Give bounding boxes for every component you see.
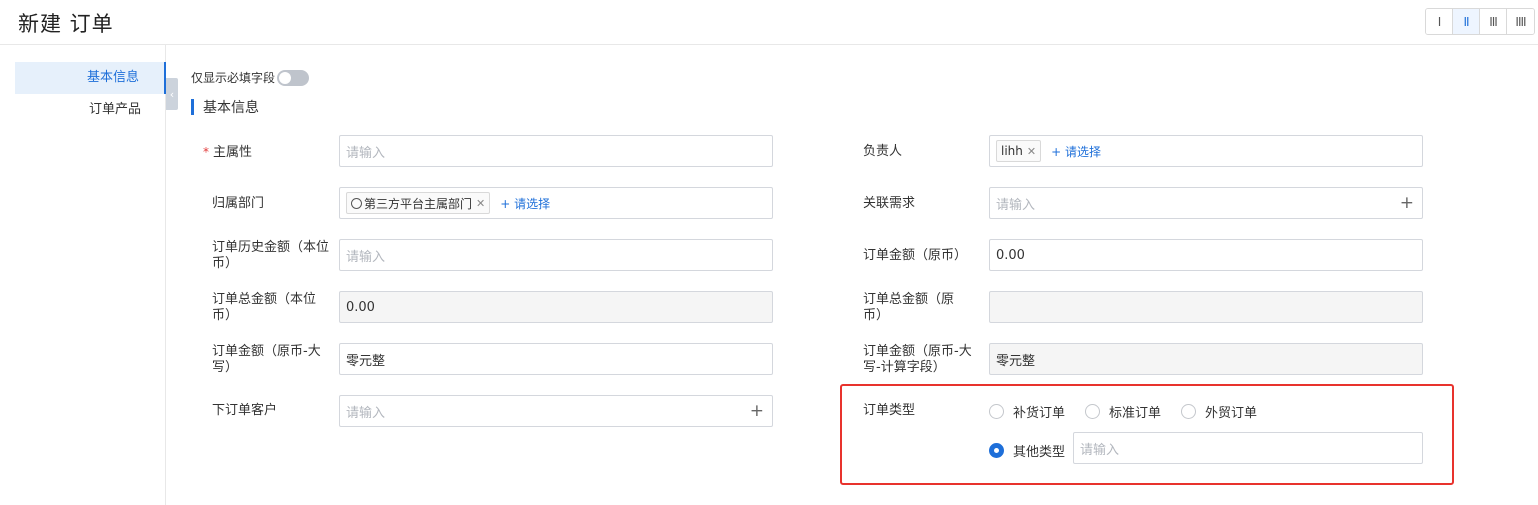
main-attr-input[interactable]: 请输入 (339, 135, 773, 167)
page-title: 新建 订单 (18, 12, 114, 36)
amount-upper-label: 订单金额（原币-大写） (212, 344, 321, 375)
layout-1-column-button[interactable]: I (1426, 9, 1453, 34)
related-req-label: 关联需求 (863, 196, 916, 211)
chevron-left-icon: ‹ (169, 87, 175, 101)
collapse-nav-button[interactable]: ‹ (166, 78, 178, 110)
main-attr-label: * 主属性 (203, 145, 253, 160)
related-req-input[interactable]: 请输入 + (989, 187, 1423, 219)
dept-tag: 第三方平台主属部门 ✕ (346, 192, 491, 214)
nav-item-order-products[interactable]: 订单产品 (15, 94, 166, 126)
page-header: 新建 订单 I II III IIII (0, 0, 1538, 45)
radio-circle[interactable] (1181, 404, 1197, 419)
add-icon[interactable]: + (1400, 193, 1414, 213)
remove-tag-icon[interactable]: ✕ (1027, 145, 1036, 158)
radio-restock-order[interactable]: 补货订单 (989, 402, 1065, 421)
customer-input[interactable]: 请输入 + (339, 395, 773, 427)
owner-tag: lihh ✕ (996, 140, 1042, 162)
toggle-switch[interactable] (277, 69, 310, 86)
customer-label: 下订单客户 (212, 403, 278, 418)
required-asterisk: * (203, 145, 209, 159)
layout-switch: I II III IIII (1425, 8, 1535, 35)
department-icon (351, 197, 362, 209)
dept-label: 归属部门 (212, 196, 265, 211)
hist-amount-label: 订单历史金额（本位币） (212, 240, 330, 271)
order-type-radio-group: 补货订单 标准订单 外贸订单 (989, 402, 1277, 421)
nav-item-basic-info[interactable]: 基本信息 (15, 62, 166, 94)
radio-circle[interactable] (1085, 404, 1101, 419)
order-type-other-group: 其他类型 (989, 441, 1069, 460)
total-orig-label: 订单总金额（原币） (863, 292, 955, 323)
amount-upper-calc-label: 订单金额（原币-大写-计算字段） (863, 344, 972, 375)
required-only-label: 仅显示必填字段 (191, 71, 276, 85)
section-marker (191, 99, 194, 115)
section-title: 基本信息 (191, 97, 259, 117)
required-only-toggle[interactable]: 仅显示必填字段 (191, 69, 310, 86)
radio-circle-checked[interactable] (989, 443, 1004, 458)
section-title-text: 基本信息 (203, 100, 259, 116)
layout-2-column-button[interactable]: II (1453, 9, 1480, 34)
section-nav: 基本信息 订单产品 (0, 45, 166, 505)
add-icon[interactable]: + (750, 401, 764, 421)
total-base-field: 0.00 (339, 291, 773, 323)
layout-4-column-button[interactable]: IIII (1507, 9, 1534, 34)
dept-field[interactable]: 第三方平台主属部门 ✕ + 请选择 (339, 187, 773, 219)
owner-select-link[interactable]: + 请选择 (1051, 143, 1101, 160)
layout-3-column-button[interactable]: III (1480, 9, 1507, 34)
radio-circle[interactable] (989, 404, 1004, 419)
amount-orig-label: 订单金额（原币） (863, 248, 968, 263)
amount-upper-calc-field: 零元整 (989, 343, 1423, 375)
radio-standard-order[interactable]: 标准订单 (1085, 402, 1161, 421)
other-type-input[interactable]: 请输入 (1073, 432, 1423, 464)
hist-amount-input[interactable]: 请输入 (339, 239, 773, 271)
dept-select-link[interactable]: + 请选择 (500, 195, 550, 212)
remove-tag-icon[interactable]: ✕ (476, 197, 485, 210)
total-base-label: 订单总金额（本位币） (212, 292, 317, 323)
amount-orig-input[interactable]: 0.00 (989, 239, 1423, 271)
radio-other-type[interactable]: 其他类型 (989, 441, 1065, 460)
radio-foreign-trade-order[interactable]: 外贸订单 (1181, 402, 1257, 421)
owner-field[interactable]: lihh ✕ + 请选择 (989, 135, 1423, 167)
total-orig-field (989, 291, 1423, 323)
owner-label: 负责人 (863, 144, 903, 159)
amount-upper-input[interactable]: 零元整 (339, 343, 773, 375)
order-type-label: 订单类型 (863, 403, 916, 418)
